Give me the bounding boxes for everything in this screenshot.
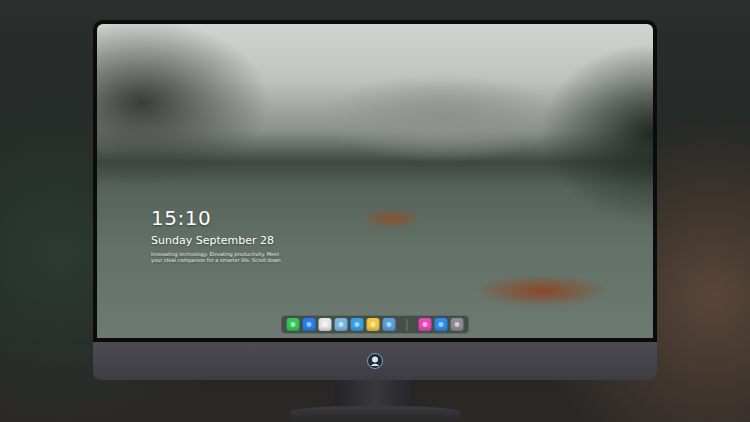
- dock-app-icon[interactable]: [451, 318, 464, 331]
- dock-app-icon[interactable]: [287, 318, 300, 331]
- dock-app-icon[interactable]: [367, 318, 380, 331]
- dock-app-icon[interactable]: [335, 318, 348, 331]
- dock-app-icon[interactable]: [351, 318, 364, 331]
- app-glyph-icon: [322, 321, 329, 328]
- dock-app-icon[interactable]: [419, 318, 432, 331]
- app-glyph-icon: [422, 321, 429, 328]
- clock-time: 15:10: [151, 206, 653, 230]
- clock-date: Sunday September 28: [151, 234, 653, 248]
- mockup-page: 15:10 Sunday September 28 Innovating techn…: [0, 0, 750, 422]
- monitor-bezel: 15:10 Sunday September 28 Innovating techn…: [93, 20, 657, 342]
- app-glyph-icon: [454, 321, 461, 328]
- dock-app-icon[interactable]: [435, 318, 448, 331]
- monitor-stand-neck: [335, 380, 415, 406]
- tagline-line: Innovating technology. Elevating product…: [151, 251, 653, 257]
- dock-separator: [407, 319, 408, 331]
- lock-widget: 15:10 Sunday September 28 Innovating techn…: [97, 24, 653, 263]
- monitor-chin: [93, 342, 657, 380]
- app-glyph-icon: [370, 321, 377, 328]
- app-glyph-icon: [290, 321, 297, 328]
- tagline: Innovating technology. Elevating product…: [151, 251, 653, 263]
- app-glyph-icon: [306, 321, 313, 328]
- desktop-wallpaper: 15:10 Sunday September 28 Innovating techn…: [97, 24, 653, 338]
- tagline-line: your ideal companion for a smarter life.…: [151, 257, 653, 263]
- app-glyph-icon: [354, 321, 361, 328]
- dock-app-icon[interactable]: [303, 318, 316, 331]
- monitor-stand-base: [290, 406, 460, 420]
- dock-app-icon[interactable]: [383, 318, 396, 331]
- app-glyph-icon: [338, 321, 345, 328]
- brand-logo-icon: [367, 353, 383, 369]
- dock-apps: [287, 318, 396, 331]
- dock-app-icon[interactable]: [319, 318, 332, 331]
- dock-pinned: [419, 318, 464, 331]
- dock: [281, 315, 470, 334]
- app-glyph-icon: [386, 321, 393, 328]
- app-glyph-icon: [438, 321, 445, 328]
